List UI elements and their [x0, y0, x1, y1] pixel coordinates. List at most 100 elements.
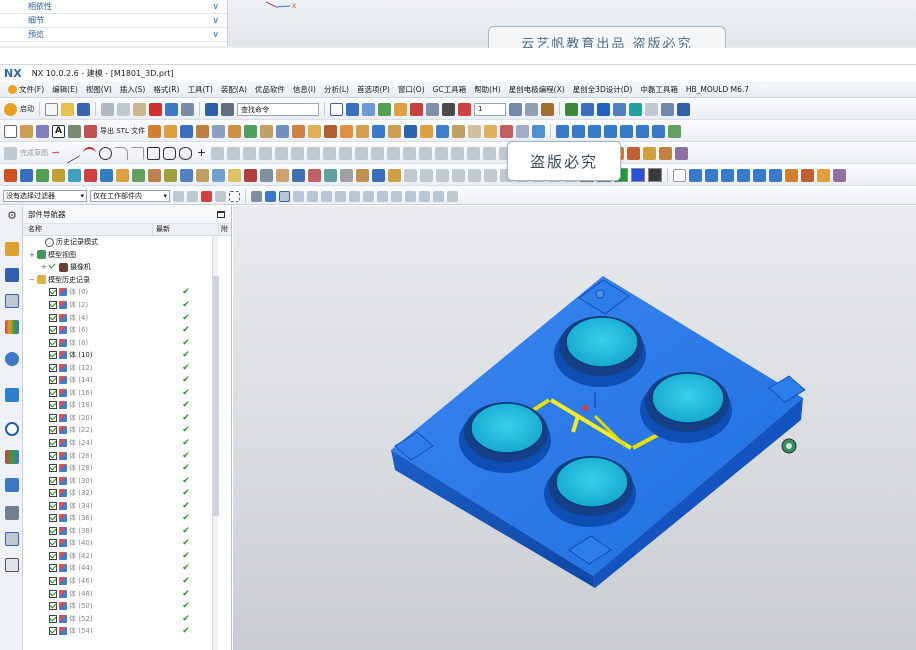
delete-icon[interactable] — [149, 102, 162, 116]
feature-checkbox[interactable] — [49, 614, 57, 623]
body-feature-row[interactable]: 体 (30) ✔ — [23, 474, 231, 487]
color-tool-icon[interactable] — [643, 146, 656, 160]
expand-toggle-icon[interactable]: + — [41, 263, 47, 271]
surface-icon[interactable] — [164, 168, 177, 182]
import-icon[interactable] — [68, 124, 81, 138]
surface-icon[interactable] — [340, 168, 353, 182]
feature-checkbox[interactable] — [49, 313, 57, 322]
feature-checkbox[interactable] — [49, 464, 57, 473]
menu-preferences[interactable]: 首选项(P) — [353, 84, 394, 95]
snap-point-icon[interactable] — [335, 190, 346, 202]
ellipse-icon[interactable] — [179, 146, 192, 160]
orient-view-icon[interactable] — [426, 102, 439, 116]
alternate-solution-icon[interactable] — [387, 146, 400, 160]
system-materials-icon[interactable] — [5, 506, 19, 520]
feature-checkbox[interactable] — [49, 451, 57, 460]
sketch-task-icon[interactable] — [4, 146, 17, 160]
snap-point-icon[interactable] — [377, 190, 388, 202]
surface-icon[interactable] — [388, 168, 401, 182]
menu-file[interactable]: 文件(F) — [4, 84, 48, 95]
surface-icon[interactable] — [132, 168, 145, 182]
body-feature-row[interactable]: 体 (32) ✔ — [23, 487, 231, 500]
surface-icon[interactable] — [212, 168, 225, 182]
constraint-icon[interactable] — [307, 146, 320, 160]
body-feature-row[interactable]: 体 (14) ✔ — [23, 374, 231, 387]
split-body-icon[interactable] — [420, 124, 434, 138]
surface-icon[interactable] — [228, 168, 241, 182]
surface-icon[interactable] — [308, 168, 321, 182]
body-feature-row[interactable]: 体 (50) ✔ — [23, 600, 231, 613]
body-feature-row[interactable]: 体 (16) ✔ — [23, 387, 231, 400]
tree-node[interactable]: + 摄像机 — [23, 261, 231, 274]
body-feature-row[interactable]: 体 (48) ✔ — [23, 587, 231, 600]
body-feature-row[interactable]: 体 (34) ✔ — [23, 499, 231, 512]
start-icon[interactable] — [4, 102, 17, 116]
chamfer-icon[interactable] — [356, 124, 370, 138]
surface-icon[interactable] — [324, 168, 337, 182]
body-feature-row[interactable]: 体 (52) ✔ — [23, 612, 231, 625]
delete-face-icon[interactable] — [500, 124, 514, 138]
menu-insert[interactable]: 插入(S) — [116, 84, 150, 95]
color-swatch-black[interactable] — [648, 168, 662, 182]
view-icon[interactable] — [629, 102, 642, 116]
top-panel-row[interactable]: 相依性 ∨ — [0, 0, 227, 14]
open-folder-icon[interactable] — [61, 102, 74, 116]
display-mode-icon[interactable] — [705, 168, 718, 182]
undo-icon[interactable] — [165, 102, 178, 116]
snap-point-icon[interactable] — [293, 190, 304, 202]
rectangle-icon[interactable] — [147, 146, 160, 160]
sketch-more-icon[interactable] — [451, 146, 464, 160]
menu-electrode[interactable]: 星创电极编程(X) — [505, 84, 569, 95]
hide-icon[interactable] — [661, 102, 674, 116]
display-mode-icon[interactable] — [817, 168, 830, 182]
display-icon[interactable] — [645, 102, 658, 116]
menu-zhonglei[interactable]: 中磊工具箱 — [636, 84, 682, 95]
body-feature-row[interactable]: 体 (24) ✔ — [23, 437, 231, 450]
shell-icon[interactable] — [276, 124, 290, 138]
body-feature-row[interactable]: 体 (20) ✔ — [23, 412, 231, 425]
menu-3d-design[interactable]: 星创全3D设计(D) — [569, 84, 637, 95]
mold-tool-icon[interactable] — [652, 124, 666, 138]
feature-checkbox[interactable] — [49, 401, 57, 410]
history-clock-icon[interactable] — [5, 422, 19, 436]
body-feature-row[interactable]: 体 (38) ✔ — [23, 525, 231, 538]
mirror-curve-icon[interactable] — [243, 146, 256, 160]
zoom-icon[interactable] — [362, 102, 375, 116]
body-feature-row[interactable]: 体 (8) ✔ — [23, 336, 231, 349]
feature-checkbox[interactable] — [49, 426, 57, 435]
surface-icon[interactable] — [468, 168, 481, 182]
constraint-navigator-icon[interactable] — [5, 268, 19, 282]
surface-icon[interactable] — [68, 168, 81, 182]
menu-format[interactable]: 格式(R) — [149, 84, 183, 95]
replace-face-icon[interactable] — [468, 124, 482, 138]
body-feature-row[interactable]: 体 (36) ✔ — [23, 512, 231, 525]
feature-checkbox[interactable] — [49, 551, 57, 560]
feature-checkbox[interactable] — [49, 476, 57, 485]
menu-hb-mould[interactable]: HB_MOULD M6.7 — [682, 85, 753, 94]
reuse-library-icon[interactable] — [5, 320, 19, 334]
tree-node[interactable]: + 模型视图 — [23, 249, 231, 262]
surface-icon[interactable] — [276, 168, 289, 182]
analysis-icon[interactable] — [597, 102, 610, 116]
move-layer-icon[interactable] — [525, 102, 538, 116]
display-mode-icon[interactable] — [689, 168, 702, 182]
assembly-navigator-icon[interactable] — [5, 242, 19, 256]
shaded-icon[interactable] — [442, 102, 455, 116]
expand-toggle-icon[interactable]: + — [29, 251, 35, 259]
surface-icon[interactable] — [244, 168, 257, 182]
profile-icon[interactable]: ∽ — [51, 146, 64, 160]
menu-assembly[interactable]: 装配(A) — [217, 84, 251, 95]
window-icon[interactable] — [221, 102, 234, 116]
surface-icon[interactable] — [84, 168, 97, 182]
surface-icon[interactable] — [196, 168, 209, 182]
subtract-icon[interactable] — [308, 124, 322, 138]
snap-point-icon[interactable] — [265, 190, 276, 202]
body-feature-row[interactable]: 体 (10) ✔ — [23, 349, 231, 362]
fit-view-icon[interactable] — [346, 102, 359, 116]
feature-checkbox[interactable] — [49, 627, 57, 636]
surface-icon[interactable] — [356, 168, 369, 182]
surface-icon[interactable] — [20, 168, 33, 182]
process-studio-icon[interactable] — [5, 450, 19, 464]
body-feature-row[interactable]: 体 (54) ✔ — [23, 625, 231, 638]
feature-checkbox[interactable] — [49, 338, 57, 347]
